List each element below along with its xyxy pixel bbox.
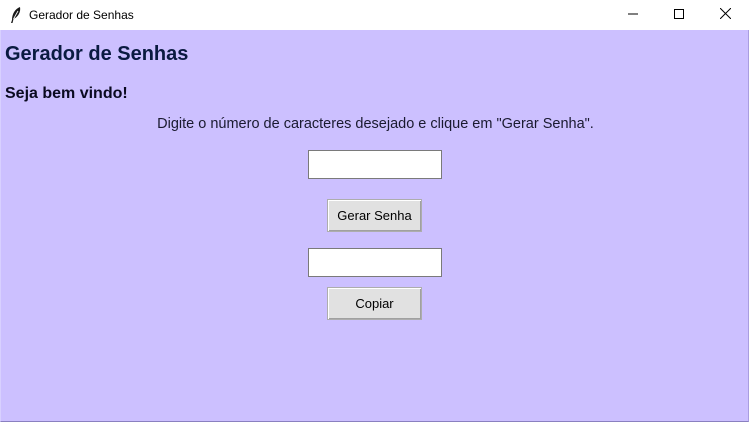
close-icon <box>719 6 731 24</box>
close-button[interactable] <box>702 0 748 30</box>
maximize-button[interactable] <box>656 0 702 30</box>
instruction-text: Digite o número de caracteres desejado e… <box>157 116 594 132</box>
title-bar: Gerador de Senhas <box>0 0 749 30</box>
page-title: Gerador de Senhas <box>5 43 189 65</box>
minimize-icon <box>628 6 638 24</box>
welcome-text: Seja bem vindo! <box>5 85 128 102</box>
password-output-field[interactable] <box>308 248 442 277</box>
generate-password-button[interactable]: Gerar Senha <box>327 199 422 232</box>
main-panel: Gerador de Senhas Seja bem vindo! Digite… <box>0 30 749 422</box>
window-title: Gerador de Senhas <box>29 8 134 22</box>
copy-button[interactable]: Copiar <box>327 287 422 320</box>
length-input[interactable] <box>308 150 442 179</box>
maximize-icon <box>674 6 684 24</box>
minimize-button[interactable] <box>610 0 656 30</box>
feather-icon <box>9 6 23 24</box>
